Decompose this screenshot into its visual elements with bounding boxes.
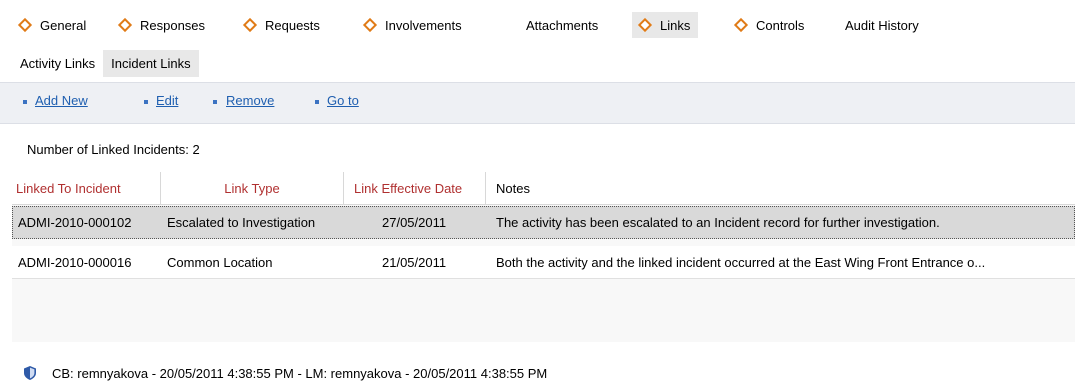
subtab-incident-links[interactable]: Incident Links: [103, 50, 199, 77]
tab-label: Links: [660, 17, 691, 33]
bullet-icon: [315, 100, 319, 104]
table-row[interactable]: ADMI-2010-000016 Common Location 21/05/2…: [12, 246, 1075, 279]
table-row[interactable]: ADMI-2010-000102 Escalated to Investigat…: [12, 206, 1075, 239]
tab-label: Controls: [756, 17, 805, 33]
column-header-linked-to-incident[interactable]: Linked To Incident: [12, 172, 161, 204]
incident-links-grid: Linked To Incident Link Type Link Effect…: [12, 172, 1075, 342]
links-toolbar: Add New Edit Remove Go to: [0, 82, 1075, 124]
diamond-icon: [242, 17, 258, 33]
column-header-link-type[interactable]: Link Type: [161, 172, 344, 204]
cell-date: 27/05/2011: [382, 214, 447, 230]
diamond-icon: [637, 17, 653, 33]
cell-link-type: Common Location: [167, 254, 273, 270]
edit-link[interactable]: Edit: [156, 93, 178, 108]
diamond-icon: [117, 17, 133, 33]
tab-label: General: [40, 17, 87, 33]
bullet-icon: [23, 100, 27, 104]
shield-icon: [24, 366, 36, 380]
diamond-icon: [733, 17, 749, 33]
sub-tab-bar: Activity Links Incident Links: [12, 49, 199, 78]
tab-label: Audit History: [845, 17, 919, 33]
tab-label: Responses: [140, 17, 206, 33]
tab-links[interactable]: Links: [632, 12, 699, 38]
linked-incidents-count: Number of Linked Incidents: 2: [27, 142, 200, 157]
cell-incident: ADMI-2010-000016: [18, 254, 132, 270]
grid-header: Linked To Incident Link Type Link Effect…: [12, 172, 1075, 205]
diamond-icon: [17, 17, 33, 33]
remove-link[interactable]: Remove: [226, 93, 274, 108]
column-header-notes[interactable]: Notes: [486, 172, 1075, 204]
tab-responses[interactable]: Responses: [117, 12, 206, 38]
cell-link-type: Escalated to Investigation: [167, 214, 316, 230]
main-tab-bar: General Responses Requests Involvements …: [0, 0, 1075, 43]
add-new-link[interactable]: Add New: [35, 93, 88, 108]
audit-text: CB: remnyakova - 20/05/2011 4:38:55 PM -…: [52, 366, 548, 381]
tab-label: Involvements: [385, 17, 462, 33]
bullet-icon: [213, 100, 217, 104]
go-to-link[interactable]: Go to: [327, 93, 359, 108]
cell-notes: The activity has been escalated to an In…: [496, 214, 940, 230]
column-header-link-effective-date[interactable]: Link Effective Date: [344, 172, 486, 204]
cell-incident: ADMI-2010-000102: [18, 214, 132, 230]
cell-date: 21/05/2011: [382, 254, 447, 270]
audit-footer: CB: remnyakova - 20/05/2011 4:38:55 PM -…: [0, 358, 1075, 389]
tab-general[interactable]: General: [17, 12, 87, 38]
tab-requests[interactable]: Requests: [242, 12, 320, 38]
tab-attachments[interactable]: Attachments: [526, 12, 598, 38]
tab-audit-history[interactable]: Audit History: [845, 12, 919, 38]
tab-label: Requests: [265, 17, 320, 33]
tab-controls[interactable]: Controls: [733, 12, 805, 38]
tab-involvements[interactable]: Involvements: [362, 12, 462, 38]
diamond-icon: [362, 17, 378, 33]
cell-notes: Both the activity and the linked inciden…: [496, 254, 986, 270]
subtab-activity-links[interactable]: Activity Links: [12, 50, 103, 77]
tab-label: Attachments: [526, 17, 599, 33]
bullet-icon: [144, 100, 148, 104]
